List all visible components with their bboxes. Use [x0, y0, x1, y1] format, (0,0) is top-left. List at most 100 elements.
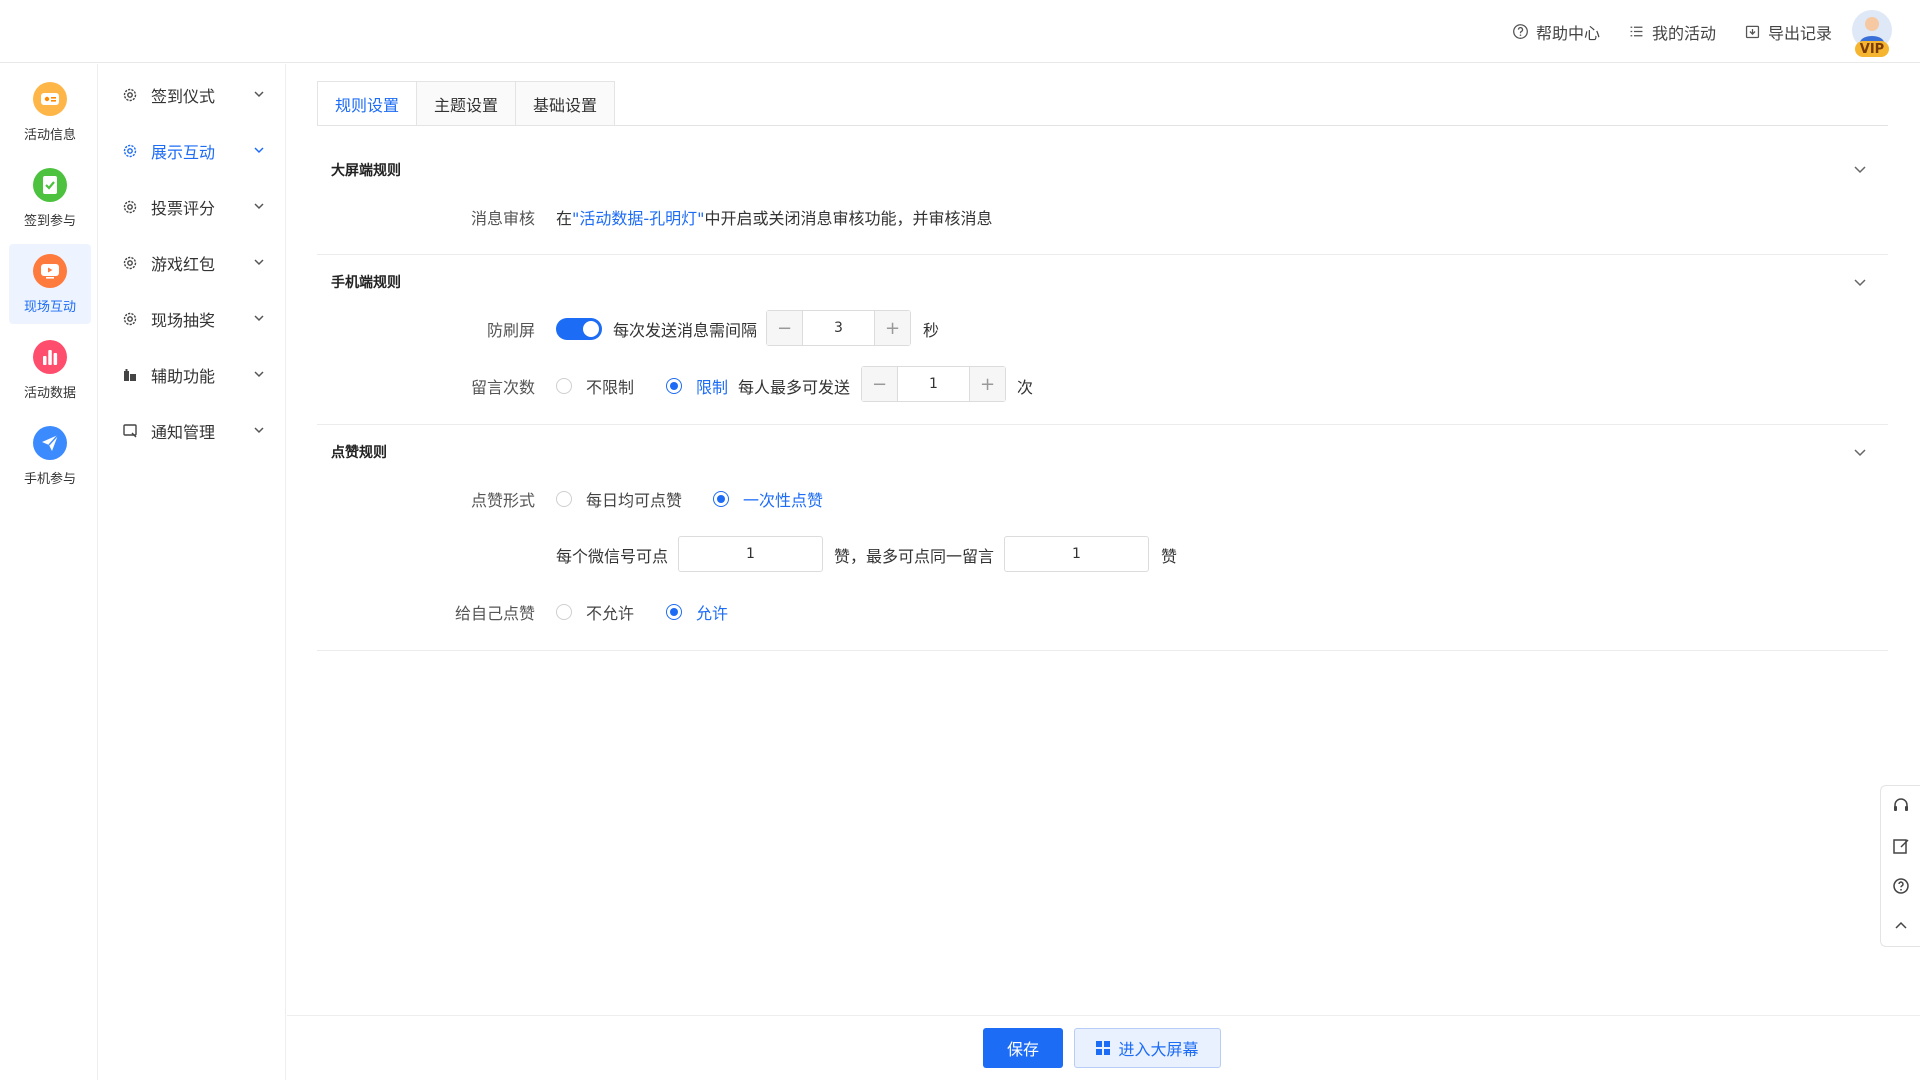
same-message-input[interactable]: 1 — [1004, 536, 1149, 572]
like-end-unit: 赞 — [1161, 547, 1178, 566]
submenu-item-notice-management[interactable]: 通知管理 — [99, 409, 286, 453]
top-nav: 帮助中心 我的活动 导出记录 — [1512, 0, 1832, 63]
submenu-label: 展示互动 — [151, 143, 216, 162]
chevron-down-icon — [254, 147, 264, 154]
enter-big-screen-button[interactable]: 进入大屏幕 — [1074, 1028, 1221, 1068]
submenu-item-vote-score[interactable]: 投票评分 — [99, 185, 286, 229]
radio-label: 每日均可点赞 — [586, 491, 683, 510]
rail-label: 签到参与 — [23, 213, 76, 229]
like-form-label: 点赞形式 — [470, 491, 535, 510]
interval-text: 每次发送消息需间隔 — [613, 321, 758, 340]
submenu-item-display-interaction[interactable]: 展示互动 — [99, 129, 286, 173]
message-count-label: 留言次数 — [470, 378, 535, 397]
increment-button[interactable]: + — [874, 311, 910, 345]
decrement-button[interactable]: − — [767, 311, 803, 345]
interval-value[interactable]: 3 — [803, 311, 874, 345]
submenu-label: 游戏红包 — [151, 255, 216, 274]
chevron-down-icon[interactable] — [1852, 161, 1868, 177]
submenu-label: 辅助功能 — [151, 367, 216, 386]
radio-one-time-like[interactable]: 一次性点赞 — [713, 487, 823, 511]
headset-icon — [1894, 798, 1908, 811]
data-chart-icon — [33, 339, 67, 374]
submenu-item-live-lottery[interactable]: 现场抽奖 — [99, 297, 286, 341]
sub-menu: 签到仪式 展示互动 投票评分 游戏红包 现场抽奖 辅助功能 通知管理 — [99, 64, 286, 1080]
edit-icon — [1893, 839, 1909, 854]
chevron-down-icon — [254, 371, 264, 378]
rail-label: 现场互动 — [23, 299, 76, 315]
export-records-link[interactable]: 导出记录 — [1744, 20, 1832, 44]
question-circle-icon — [1893, 878, 1909, 894]
radio-allow[interactable]: 允许 — [666, 600, 728, 624]
gear-icon — [121, 142, 139, 160]
list-icon — [1630, 26, 1643, 37]
per-wechat-input[interactable]: 1 — [678, 536, 823, 572]
tab-basic-settings[interactable]: 基础设置 — [516, 81, 616, 126]
rail-item-activity-data[interactable]: 活动数据 — [9, 330, 91, 410]
notice-icon — [121, 422, 139, 440]
per-wechat-text: 每个微信号可点 — [556, 547, 669, 566]
rail-item-live-interaction[interactable]: 现场互动 — [9, 244, 91, 324]
toggle-knob — [583, 321, 599, 337]
kongming-lamp-link[interactable]: "活动数据-孔明灯" — [572, 209, 705, 228]
review-suffix: 中开启或关闭消息审核功能，并审核消息 — [704, 209, 993, 228]
building-icon — [121, 366, 139, 384]
antispam-toggle[interactable] — [556, 318, 602, 340]
chevron-down-icon — [254, 315, 264, 322]
top-bar: 帮助中心 我的活动 导出记录 VIP — [0, 0, 1920, 63]
rail-item-activity-info[interactable]: 活动信息 — [9, 72, 91, 152]
help-button[interactable] — [1881, 866, 1920, 906]
chevron-down-icon[interactable] — [1852, 274, 1868, 290]
decrement-button[interactable]: − — [862, 367, 898, 401]
submenu-label: 签到仪式 — [151, 87, 216, 106]
customer-service-button[interactable] — [1881, 786, 1920, 826]
rail-item-mobile[interactable]: 手机参与 — [9, 416, 91, 496]
feedback-button[interactable] — [1881, 826, 1920, 866]
save-button[interactable]: 保存 — [983, 1028, 1063, 1068]
per-person-value[interactable]: 1 — [898, 367, 969, 401]
main-content: 规则设置 主题设置 基础设置 大屏端规则 消息审核 在"活动数据-孔明灯"中开启… — [287, 64, 1920, 1080]
chevron-down-icon — [254, 203, 264, 210]
chevron-down-icon — [254, 259, 264, 266]
tab-divider — [317, 125, 1888, 126]
back-to-top-button[interactable] — [1881, 906, 1920, 946]
radio-label: 一次性点赞 — [743, 491, 824, 510]
submenu-item-aux-functions[interactable]: 辅助功能 — [99, 353, 286, 397]
radio-disallow[interactable]: 不允许 — [556, 600, 634, 624]
submenu-label: 现场抽奖 — [151, 311, 216, 330]
tab-theme-settings[interactable]: 主题设置 — [417, 81, 517, 126]
bottom-action-bar: 保存 进入大屏幕 — [287, 1015, 1920, 1080]
antispam-label: 防刷屏 — [486, 321, 535, 340]
radio-unlimited[interactable]: 不限制 — [556, 374, 634, 398]
radio-daily-like[interactable]: 每日均可点赞 — [556, 487, 682, 511]
per-person-stepper: − 1 + — [861, 366, 1006, 402]
icon-rail: 活动信息 签到参与 现场互动 活动数据 手机参与 — [0, 64, 98, 1080]
chevron-up-icon — [1895, 921, 1907, 929]
like-mid-text: 赞，最多可点同一留言 — [834, 547, 995, 566]
my-activities-link[interactable]: 我的活动 — [1628, 20, 1716, 44]
radio-limited[interactable]: 限制 — [666, 374, 728, 398]
radio-label: 允许 — [696, 604, 729, 623]
increment-button[interactable]: + — [969, 367, 1005, 401]
export-icon — [1745, 25, 1760, 39]
activity-info-icon — [33, 81, 67, 116]
radio-dot — [666, 378, 682, 394]
chevron-down-icon[interactable] — [1852, 444, 1868, 460]
user-avatar[interactable]: VIP — [1850, 8, 1894, 58]
rail-item-checkin[interactable]: 签到参与 — [9, 158, 91, 238]
interval-unit: 秒 — [923, 321, 940, 340]
section-title-like: 点赞规则 — [331, 445, 387, 461]
review-description: 在"活动数据-孔明灯"中开启或关闭消息审核功能，并审核消息 — [556, 205, 993, 229]
section-divider — [317, 254, 1888, 255]
submenu-item-game-redpacket[interactable]: 游戏红包 — [99, 241, 286, 285]
submenu-item-checkin-ceremony[interactable]: 签到仪式 — [99, 73, 286, 117]
help-center-link[interactable]: 帮助中心 — [1512, 20, 1600, 44]
radio-label: 不允许 — [586, 604, 635, 623]
gear-icon — [121, 86, 139, 104]
live-interaction-icon — [33, 253, 67, 288]
rail-label: 活动信息 — [23, 127, 76, 143]
tab-rule-settings[interactable]: 规则设置 — [317, 81, 418, 126]
paper-plane-icon — [33, 425, 67, 460]
export-records-label: 导出记录 — [1767, 23, 1832, 43]
gear-icon — [121, 198, 139, 216]
section-title-mobile: 手机端规则 — [331, 275, 401, 291]
